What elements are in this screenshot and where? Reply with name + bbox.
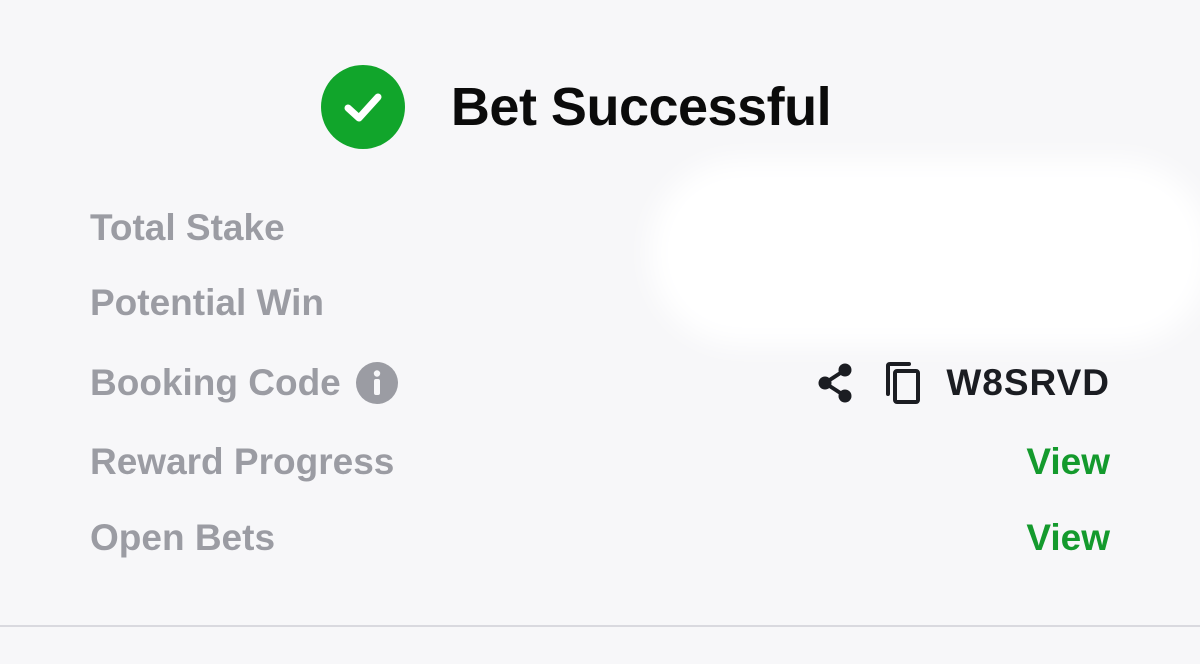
booking-code-label: Booking Code [90,362,341,403]
open-bets-row: Open Bets View [90,508,1110,568]
open-bets-view-link[interactable]: View [1026,517,1110,559]
total-stake-label: Total Stake [90,207,285,248]
share-icon[interactable] [814,361,856,405]
booking-code-actions: W8SRVD [814,361,1110,405]
reward-progress-label: Reward Progress [90,441,395,482]
potential-win-label: Potential Win [90,282,324,323]
check-circle-icon [320,65,405,149]
total-stake-row: Total Stake [90,198,1110,258]
divider [0,625,1200,627]
info-icon[interactable] [355,361,399,405]
booking-code-value: W8SRVD [946,362,1110,403]
booking-code-row: Booking Code W8SRVD [90,353,1110,413]
copy-icon[interactable] [882,361,924,405]
reward-progress-row: Reward Progress View [90,432,1110,492]
bet-success-header: Bet Successful [0,62,1200,152]
potential-win-row: Potential Win [90,273,1110,333]
reward-progress-view-link[interactable]: View [1026,441,1110,483]
booking-code-label-group: Booking Code [90,361,399,405]
open-bets-label: Open Bets [90,517,276,558]
page-title: Bet Successful [450,77,832,137]
